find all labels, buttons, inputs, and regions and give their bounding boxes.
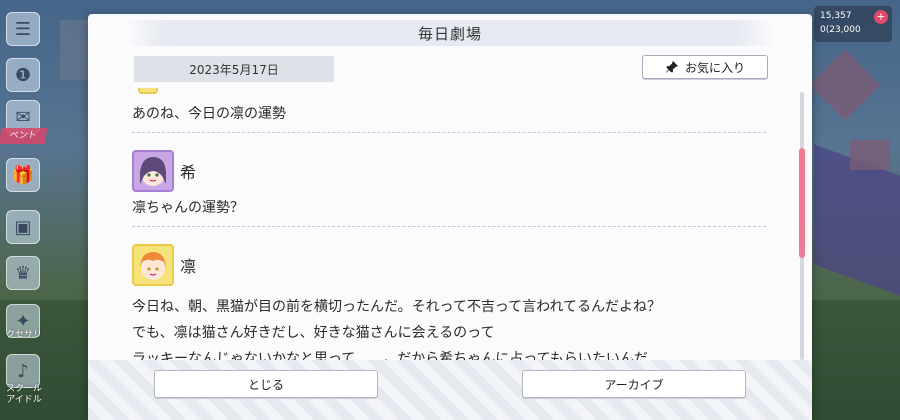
add-currency-button[interactable]: + — [874, 10, 888, 24]
favorite-label: お気に入り — [684, 60, 745, 75]
date-label: 2023年5月17日 — [134, 56, 334, 82]
dialogue-line: でも、凛は猫さん好きだし、好きな猫さんに会えるのって — [132, 325, 495, 341]
close-button[interactable]: とじる — [154, 370, 378, 398]
dialogue-entry-previous-avatar — [132, 88, 766, 98]
dialogue-scroll-area[interactable]: あのね、今日の凛の運勢 希 凛ちゃんの運勢？ 凛 今日ね、朝、黒猫が目の前を横切… — [132, 88, 766, 364]
dialogue-separator — [132, 132, 766, 133]
school-idol-icon[interactable]: ♪ — [6, 354, 40, 388]
dialogue-line: 今日ね、朝、黒猫が目の前を横切ったんだ。それって不吉って言われてるんだよね？ — [132, 299, 662, 315]
rin-avatar — [132, 244, 174, 286]
hamburger-menu-icon[interactable]: ☰ — [6, 12, 40, 46]
modal-footer: とじる アーカイブ — [88, 360, 812, 420]
archive-button[interactable]: アーカイブ — [522, 370, 746, 398]
daily-theater-modal: 毎日劇場 2023年5月17日 お気に入り あのね、今日の凛の運勢 希 凛ちゃん… — [88, 14, 812, 420]
nozomi-avatar — [132, 150, 174, 192]
event-badge[interactable]: ベント — [0, 128, 48, 144]
speaker-name: 凛 — [180, 257, 197, 276]
pin-icon — [665, 60, 679, 73]
trophy-icon[interactable]: ♛ — [6, 256, 40, 290]
speaker-name: 希 — [180, 163, 197, 182]
speaker-row-rin: 凛 — [132, 244, 766, 286]
school-idol-label: スクール アイドル — [5, 384, 42, 405]
dialogue-line: 凛ちゃんの運勢？ — [132, 200, 244, 216]
currency-text: 15,357 0(23,000 — [820, 11, 861, 35]
monitor-icon[interactable]: ▣ — [6, 210, 40, 244]
left-side-menu: ☰ ❶ ✉ ベント 🎁 ▣ ♛ ✦ クセサリ ♪ スクール アイドル — [0, 0, 48, 420]
gift-icon[interactable]: 🎁 — [6, 158, 40, 192]
dialogue-separator — [132, 226, 766, 227]
modal-title: 毎日劇場 — [126, 20, 774, 46]
accessory-label: クセサリ — [5, 330, 42, 340]
currency-display: 15,357 0(23,000 + — [814, 6, 892, 42]
favorite-button[interactable]: お気に入り — [642, 55, 768, 79]
chat-icon[interactable]: ❶ — [6, 58, 40, 92]
dialogue-line: あのね、今日の凛の運勢 — [132, 106, 286, 122]
speaker-row-nozomi: 希 — [132, 150, 766, 192]
scrollbar-thumb[interactable] — [799, 148, 805, 258]
